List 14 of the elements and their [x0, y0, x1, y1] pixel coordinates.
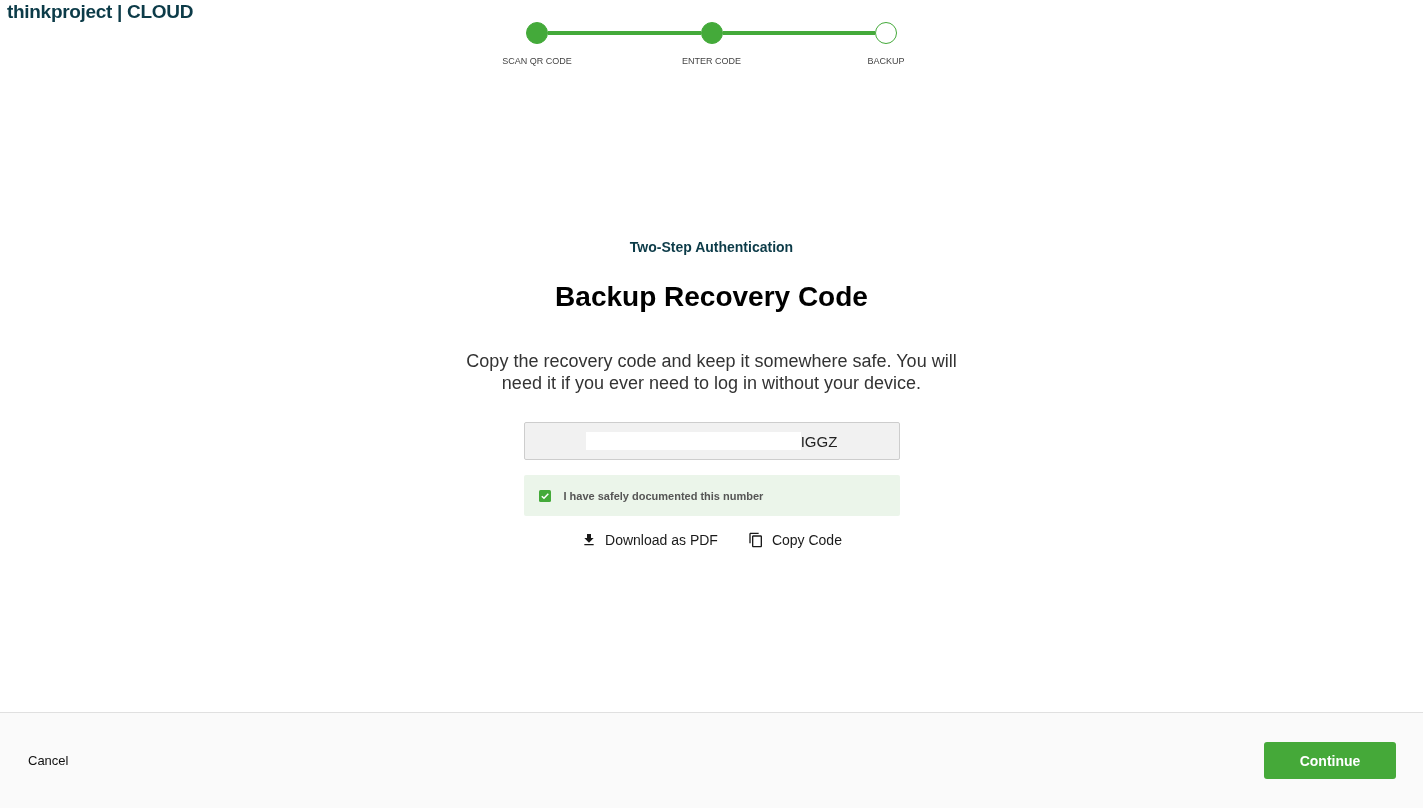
instructions-text: Copy the recovery code and keep it somewhere safe. You will need it if you ever need to log in without your device. [465, 350, 958, 394]
checkbox-checked-icon[interactable] [538, 489, 551, 502]
recovery-code-field[interactable]: IGGZ [523, 422, 900, 460]
section-eyebrow: Two-Step Authentication [629, 239, 794, 255]
page-title: Backup Recovery Code [555, 280, 868, 314]
cancel-button[interactable]: Cancel [28, 753, 69, 768]
copy-code-link[interactable]: Copy Code [747, 531, 842, 549]
brand-logo: thinkproject | CLOUD [6, 0, 194, 24]
step-label: ENTER CODE [682, 56, 741, 67]
step-label: SCAN QR CODE [502, 56, 572, 67]
step-label: BACKUP [867, 56, 905, 67]
copy-icon [747, 532, 764, 548]
download-pdf-link[interactable]: Download as PDF [581, 531, 718, 549]
checkbox-label: I have safely documented this number [563, 489, 764, 502]
